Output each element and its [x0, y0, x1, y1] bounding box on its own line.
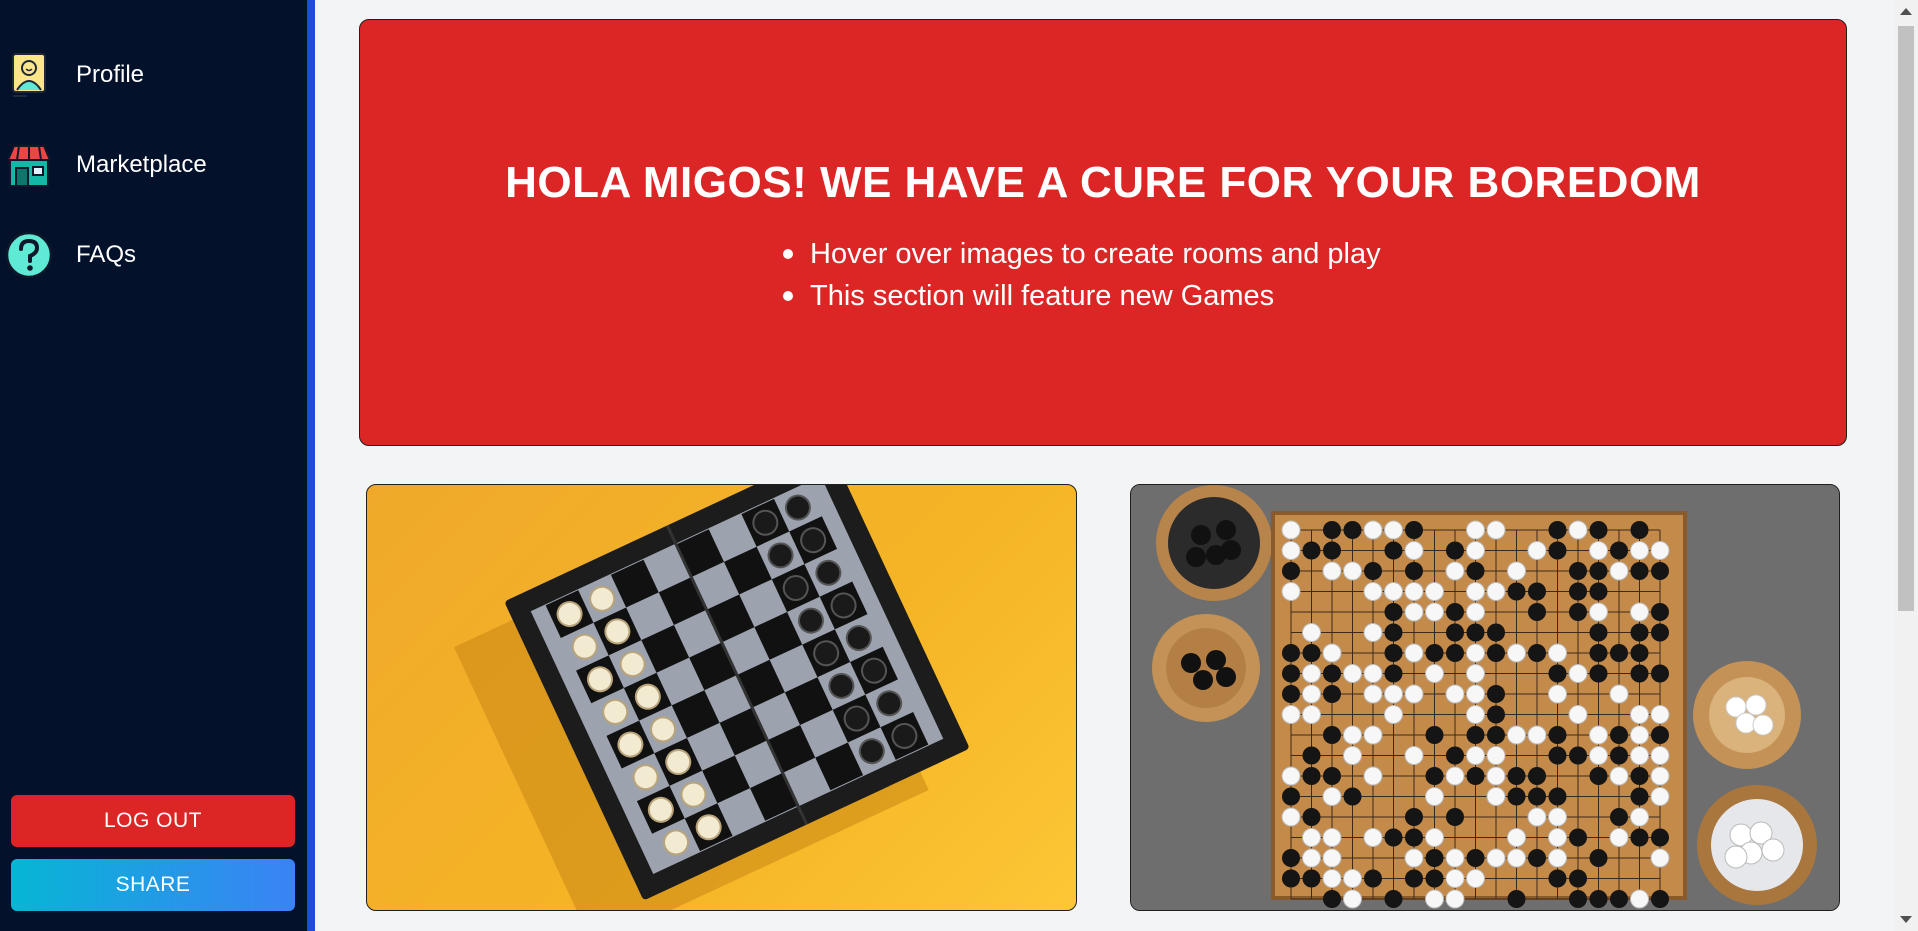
profile-icon	[4, 50, 54, 100]
scroll-up-arrow-icon[interactable]	[1900, 8, 1912, 15]
scroll-thumb[interactable]	[1898, 26, 1914, 611]
marketplace-icon	[4, 140, 54, 190]
sidebar-nav: Profile Marketplace FAQs	[0, 30, 307, 300]
page-scrollbar[interactable]	[1894, 0, 1918, 931]
list-item: This section will feature new Games	[780, 275, 1381, 317]
banner-list: Hover over images to create rooms and pl…	[780, 233, 1381, 317]
sidebar-item-faqs[interactable]: FAQs	[0, 210, 307, 300]
logout-button[interactable]: LOG OUT	[11, 795, 295, 847]
sidebar-item-profile[interactable]: Profile	[0, 30, 307, 120]
chess-board-image	[453, 485, 969, 910]
go-board-image	[1131, 485, 1839, 910]
sidebar-item-label: Profile	[76, 61, 145, 88]
list-item: Hover over images to create rooms and pl…	[780, 233, 1381, 275]
welcome-banner: HOLA MIGOS! WE HAVE A CURE FOR YOUR BORE…	[359, 19, 1847, 446]
sidebar-item-label: FAQs	[76, 241, 137, 268]
scroll-down-arrow-icon[interactable]	[1900, 916, 1912, 923]
faq-icon	[4, 230, 54, 280]
go-game-card[interactable]	[1130, 484, 1840, 911]
chess-game-card[interactable]	[366, 484, 1077, 911]
sidebar-item-marketplace[interactable]: Marketplace	[0, 120, 307, 210]
banner-title: HOLA MIGOS! WE HAVE A CURE FOR YOUR BORE…	[505, 158, 1701, 207]
share-button[interactable]: SHARE	[11, 859, 295, 911]
sidebar-item-label: Marketplace	[76, 151, 207, 178]
sidebar: Profile Marketplace FAQs LOG OUT SHARE	[0, 0, 307, 931]
sidebar-divider	[307, 0, 315, 931]
